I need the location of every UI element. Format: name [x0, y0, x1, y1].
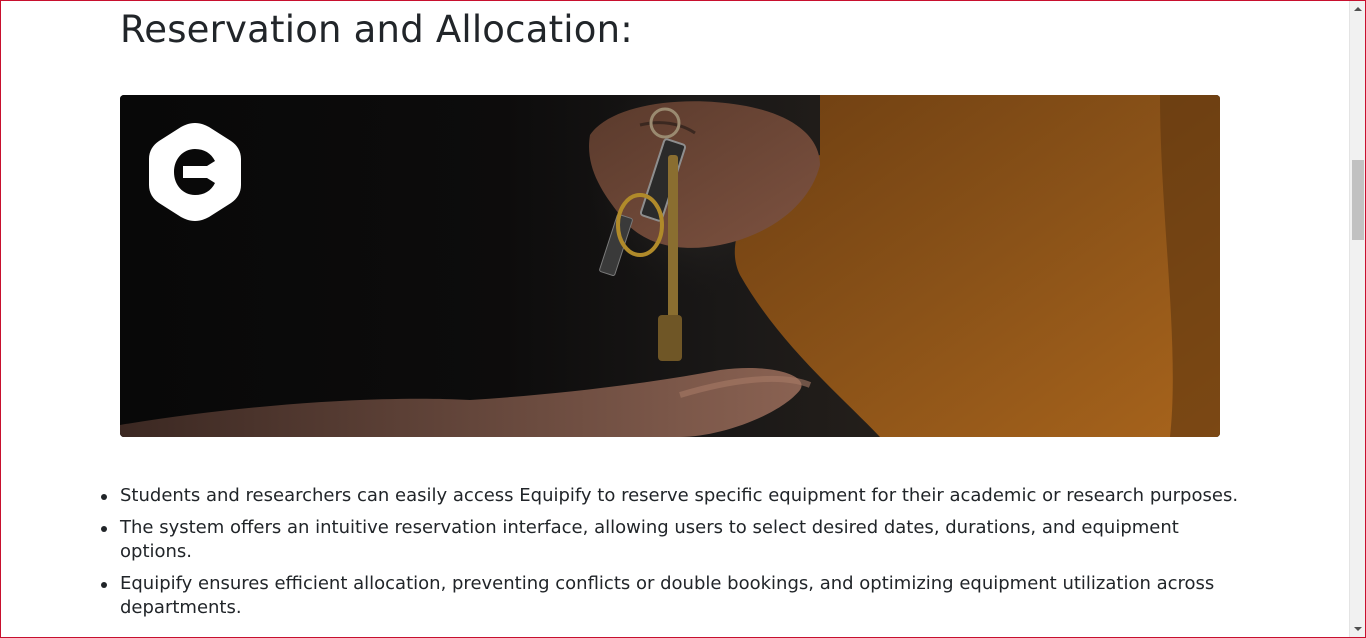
keys-handover-photo [120, 95, 1220, 437]
hero-image [120, 95, 1220, 437]
scrollbar-thumb[interactable] [1352, 160, 1364, 240]
scroll-up-button[interactable] [1350, 1, 1366, 17]
chevron-up-icon [1354, 7, 1362, 11]
scroll-down-button[interactable] [1350, 621, 1366, 637]
main-content: Reservation and Allocation: Students and… [0, 0, 1349, 638]
vertical-scrollbar[interactable] [1349, 1, 1366, 637]
feature-list: Students and researchers can easily acce… [101, 484, 1245, 628]
chevron-down-icon [1354, 627, 1362, 631]
list-item: The system offers an intuitive reservati… [101, 516, 1245, 564]
section-heading: Reservation and Allocation: [120, 8, 633, 51]
list-item: Equipify ensures efficient allocation, p… [101, 572, 1245, 620]
list-item: Students and researchers can easily acce… [101, 484, 1245, 508]
equipify-logo-icon [149, 123, 241, 221]
